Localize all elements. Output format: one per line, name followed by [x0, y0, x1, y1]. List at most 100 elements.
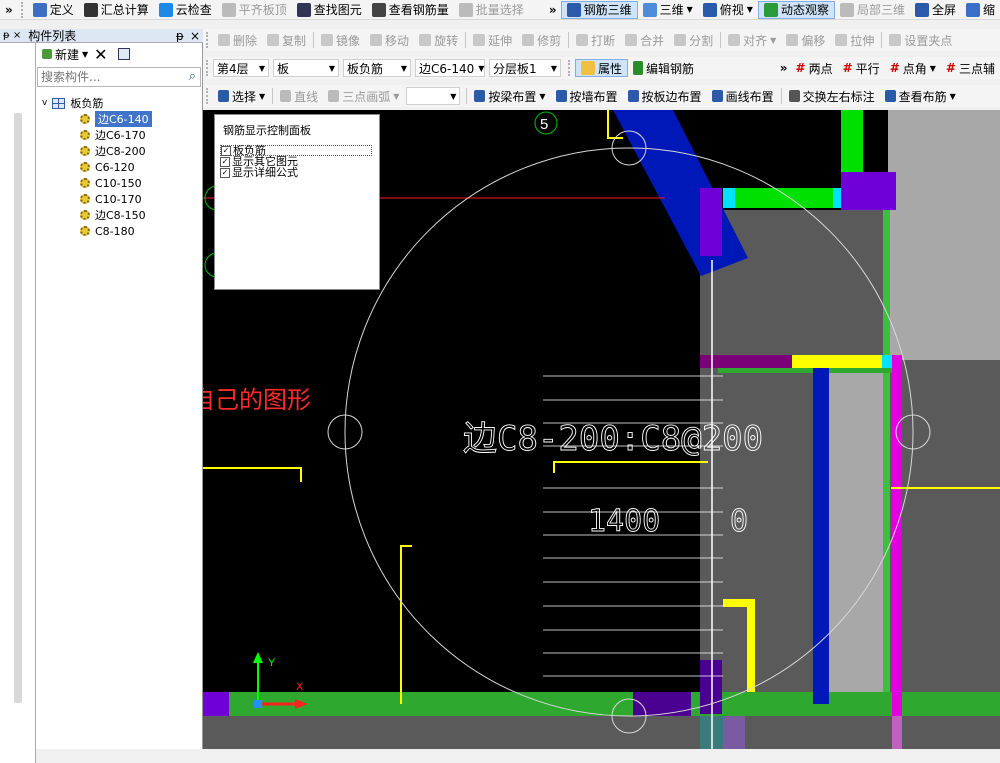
toolbar-grip[interactable] — [206, 88, 210, 104]
search-icon[interactable]: ⌕ — [189, 69, 196, 84]
draw-button-swap-label[interactable]: 交换左右标注 — [784, 85, 880, 107]
tree-item[interactable]: C10-170 — [36, 191, 203, 207]
drawing-canvas[interactable]: 5 边C8-200:C8@200 1400 0 Y X 钢筋显示控制面板 ✓ 板负… — [203, 110, 1000, 749]
delete-icon[interactable]: ✕ — [94, 45, 107, 64]
chevron-down-icon[interactable]: ▼ — [950, 92, 956, 101]
tree-item-label: 边C8-200 — [95, 145, 146, 158]
toolbar-button-rebar-qty[interactable]: 查看钢筋量 — [367, 0, 454, 19]
toolbar-button-align-top[interactable]: 平齐板顶 — [217, 0, 292, 19]
draw-button-beam-layout[interactable]: 按梁布置 ▼ — [469, 85, 550, 107]
edit-rebar-button[interactable]: 编辑钢筋 — [628, 57, 699, 79]
gear-icon — [80, 210, 90, 220]
checkbox-icon[interactable]: ✓ — [220, 167, 230, 178]
property-button[interactable]: 属性 — [575, 59, 629, 77]
tree-item[interactable]: 边C6-140 — [36, 111, 203, 127]
toolbar-button-rebar-3d[interactable]: 钢筋三维 — [560, 0, 638, 19]
rebar-spec-label: 边C8-200:C8@200 — [463, 419, 763, 459]
chevron-down-icon[interactable]: ▼ — [687, 5, 693, 14]
toolbar-button-zoom[interactable]: 缩 — [961, 0, 1000, 19]
chevron-down-icon[interactable]: ▼ — [539, 92, 545, 101]
edit-button-split[interactable]: 分割 — [669, 29, 718, 51]
toolbar-button-topview[interactable]: 俯视 ▼ — [698, 0, 758, 19]
toolbar-button-sum[interactable]: 汇总计算 — [79, 0, 154, 19]
toolbar-button-fullscreen[interactable]: 全屏 — [910, 0, 961, 19]
edit-button-offset[interactable]: 偏移 — [781, 29, 830, 51]
edit-button-merge[interactable]: 合并 — [620, 29, 669, 51]
draw-button-cursor[interactable]: 选择 ▼ — [213, 85, 270, 107]
draw-button-view-rebar[interactable]: 查看布筋 ▼ — [880, 85, 961, 107]
toolbar-button-cloud-check[interactable]: 云检查 — [154, 0, 217, 19]
tree-item[interactable]: C8-180 — [36, 223, 203, 239]
toolbar-grip[interactable] — [206, 32, 210, 48]
overflow-chevron[interactable]: » — [545, 3, 561, 17]
collapse-icon[interactable]: v — [42, 98, 47, 108]
overflow-chevron[interactable]: » — [0, 3, 18, 17]
tree-root[interactable]: v 板负筋 — [36, 95, 203, 111]
tree-item[interactable]: C6-120 — [36, 159, 203, 175]
toolbar-button-orbit[interactable]: 动态观察 — [757, 0, 835, 19]
category-select[interactable]: 板负筋 ▼ — [343, 59, 411, 77]
tree-item[interactable]: 边C8-200 — [36, 143, 203, 159]
search-input[interactable] — [38, 68, 178, 86]
point-angle-button[interactable]: # 点角 ▼ — [885, 57, 941, 79]
left-pin[interactable]: ᵽ × — [0, 30, 24, 41]
edit-label: 镜像 — [336, 33, 361, 48]
draw-button-line[interactable]: 直线 — [275, 85, 323, 107]
draw-button-arc[interactable]: 三点画弧 ▼ — [323, 85, 404, 107]
edit-button-mirror[interactable]: 镜像 — [316, 29, 365, 51]
toolbar-button-batch-select[interactable]: 批量选择 — [454, 0, 529, 19]
toolbar-button-local-3d[interactable]: 局部三维 — [835, 0, 910, 19]
draw-button-slab-edge[interactable]: 按板边布置 — [623, 85, 707, 107]
toolbar-label: 定义 — [49, 3, 74, 17]
toolbar-grip[interactable] — [206, 60, 210, 76]
annotation-text: 自己的图形 — [203, 386, 311, 414]
overflow-chevron[interactable]: » — [777, 61, 791, 75]
left-pane-scrollbar[interactable] — [14, 113, 22, 703]
edit-label: 修剪 — [537, 33, 562, 48]
toolbar-button-cube[interactable]: 三维 ▼ — [638, 0, 698, 19]
three-point-aux-button[interactable]: # 三点辅 — [941, 57, 1000, 79]
edit-button-rotate[interactable]: 旋转 — [414, 29, 463, 51]
chevron-down-icon[interactable]: ▼ — [393, 92, 399, 101]
type-select[interactable]: 板 ▼ — [273, 59, 339, 77]
toolbar-label: 汇总计算 — [100, 3, 149, 17]
draw-button-draw-line[interactable]: 画线布置 — [707, 85, 779, 107]
edit-button-delete[interactable]: 删除 — [213, 29, 262, 51]
tree-item[interactable]: 边C6-170 — [36, 127, 203, 143]
toolbar-button-define[interactable]: 定义 — [28, 0, 79, 19]
edit-button-align[interactable]: 对齐 ▼ — [723, 29, 781, 51]
draw-button-wall-layout[interactable]: 按墙布置 — [551, 85, 623, 107]
edit-button-grip-point[interactable]: 设置夹点 — [884, 29, 957, 51]
cyan-joint-a — [723, 188, 735, 208]
checkbox-icon[interactable]: ✓ — [221, 145, 231, 156]
draw-label: 按梁布置 — [488, 89, 537, 104]
chevron-down-icon[interactable]: ▼ — [747, 5, 753, 14]
line-style-select[interactable]: ▼ — [406, 87, 461, 105]
chevron-down-icon[interactable]: ▼ — [259, 92, 265, 101]
toolbar-grip[interactable] — [568, 60, 572, 76]
checkbox-icon[interactable]: ✓ — [220, 156, 230, 167]
layer-select[interactable]: 分层板1 ▼ — [489, 59, 561, 77]
edit-button-break[interactable]: 打断 — [571, 29, 620, 51]
panel-close-icon[interactable]: × — [187, 29, 203, 42]
two-point-button[interactable]: # 两点 — [791, 57, 838, 79]
edit-button-extend[interactable]: 延伸 — [468, 29, 517, 51]
toolbar-button-find[interactable]: 查找图元 — [292, 0, 367, 19]
copy-icon[interactable] — [117, 48, 130, 60]
panel-pin-icon[interactable]: ᵽ — [173, 29, 187, 42]
cursor-icon — [218, 90, 229, 102]
edit-button-trim[interactable]: 修剪 — [517, 29, 566, 51]
tree-item[interactable]: C10-150 — [36, 175, 203, 191]
edit-button-move[interactable]: 移动 — [365, 29, 414, 51]
edit-button-stretch[interactable]: 拉伸 — [830, 29, 879, 51]
toolbar-grip[interactable] — [20, 1, 25, 18]
tree-item[interactable]: 边C8-150 — [36, 207, 203, 223]
display-option[interactable]: ✓ 显示详细公式 — [220, 167, 379, 178]
chevron-down-icon[interactable]: ▼ — [770, 36, 776, 45]
floor-select[interactable]: 第4层 ▼ — [213, 59, 269, 77]
axis-x-label: X — [296, 681, 304, 693]
new-button[interactable]: 新建 ▼ — [40, 43, 90, 65]
parallel-button[interactable]: # 平行 — [838, 57, 885, 79]
component-select[interactable]: 边C6-140 ▼ — [415, 59, 485, 77]
edit-button-copy[interactable]: 复制 — [262, 29, 311, 51]
